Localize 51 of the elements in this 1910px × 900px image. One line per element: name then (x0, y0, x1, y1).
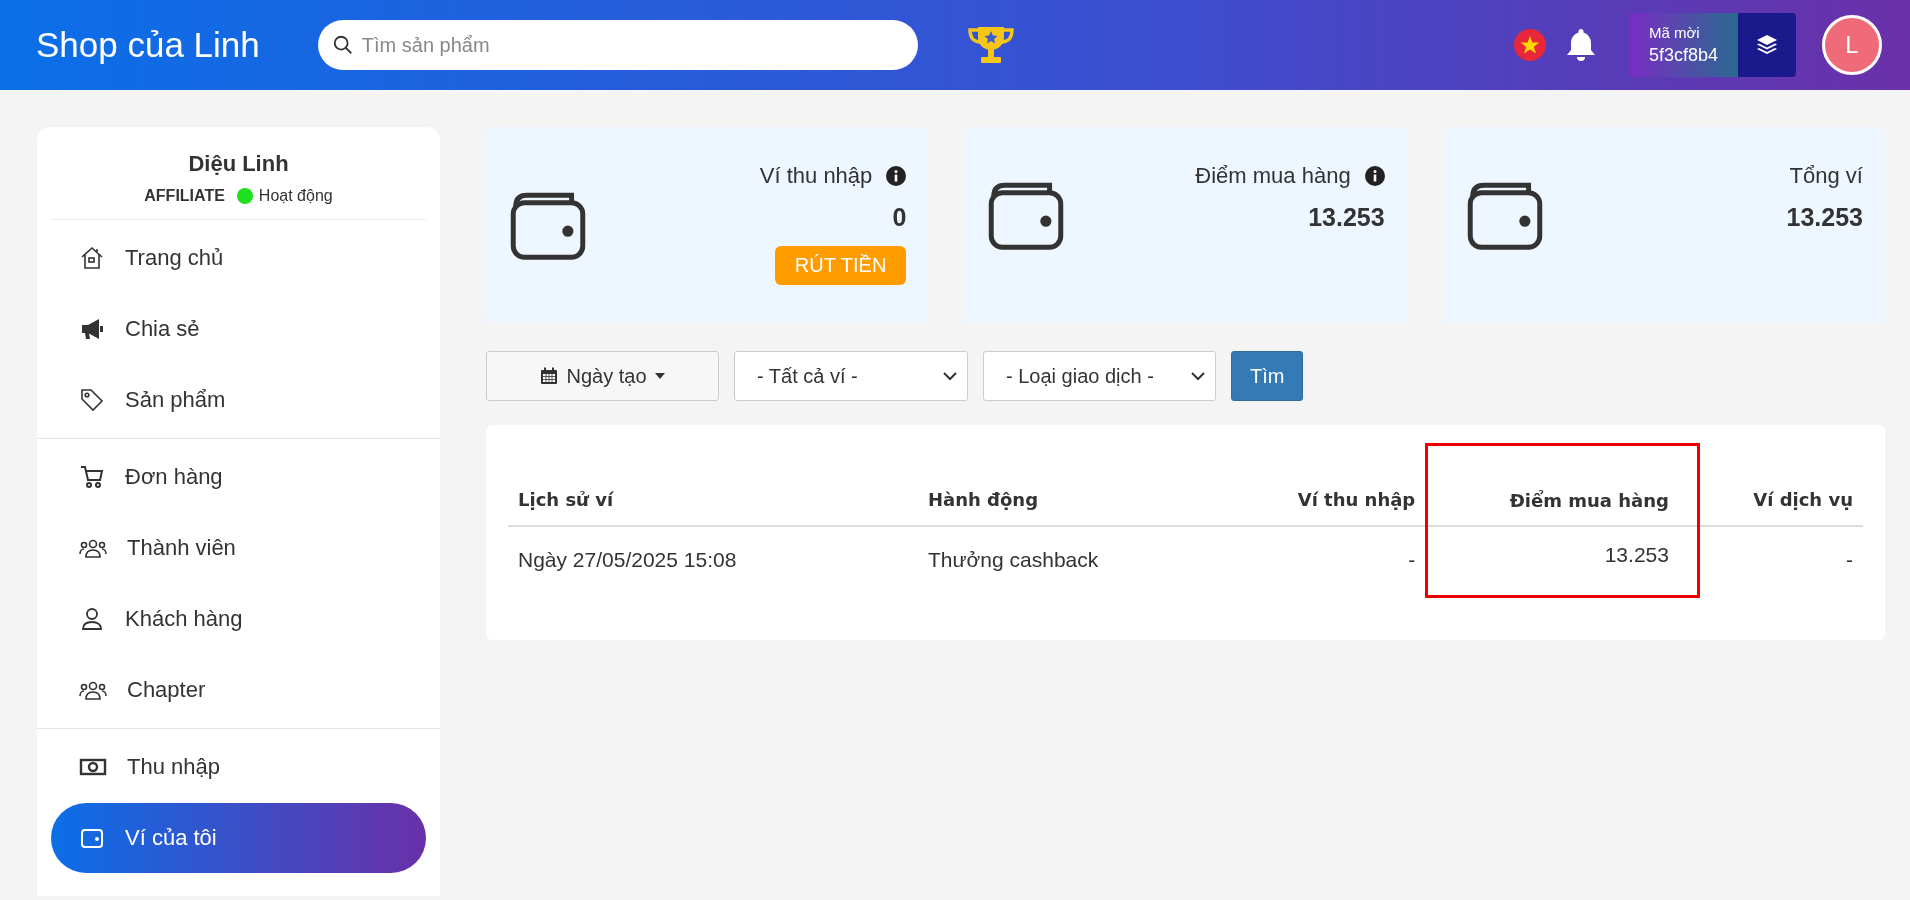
caret-icon (654, 373, 665, 379)
cart-icon (79, 464, 105, 490)
info-icon[interactable] (886, 166, 907, 186)
chevron-down-icon (943, 371, 957, 381)
column-header: Ví thu nhập (1238, 444, 1427, 526)
card-value: 13.253 (1786, 203, 1863, 232)
card-label: Điểm mua hàng (1195, 163, 1351, 189)
role-label: AFFILIATE (144, 187, 225, 205)
vietnam-flag-icon[interactable] (1512, 28, 1547, 62)
column-header: Lịch sử ví (508, 444, 918, 526)
transaction-type-select[interactable]: - Loại giao dịch - (983, 351, 1216, 401)
chevron-down-icon (1191, 371, 1205, 381)
invite-label: Mã mời (1648, 24, 1701, 41)
sidebar-item[interactable]: Sản phẩm (51, 365, 426, 435)
megaphone-icon (79, 316, 105, 342)
invite-code: 5f3cf8b4 (1648, 45, 1718, 66)
layers-icon (1755, 33, 1779, 57)
sidebar-item[interactable]: Thành viên (51, 513, 426, 583)
date-filter-button[interactable]: Ngày tạo (486, 351, 719, 401)
card-value: 13.253 (1308, 203, 1385, 232)
info-icon[interactable] (1364, 166, 1385, 186)
sidebar-item[interactable]: Đơn hàng (51, 442, 426, 512)
sidebar-item[interactable]: Trang chủ (51, 223, 426, 293)
user-icon (79, 606, 105, 632)
card-label: Ví thu nhập (759, 163, 873, 189)
table-cell: 13.253 (1426, 526, 1699, 597)
status-label: Hoạt động (258, 187, 333, 205)
search-field[interactable]: Tìm sản phẩm (317, 20, 918, 70)
calendar-icon (540, 367, 559, 385)
sidebar-item[interactable]: Chia sẻ (51, 294, 426, 364)
home-icon (79, 245, 105, 271)
sidebar-item[interactable]: Ví của tôi (51, 803, 426, 873)
card-label: Tổng ví (1789, 163, 1863, 189)
table-cell: - (1698, 526, 1863, 597)
sidebar-item[interactable]: Khách hàng (51, 584, 426, 654)
profile-name: Diệu Linh (187, 151, 290, 177)
column-header: Hành động (918, 444, 1238, 526)
search-button[interactable]: Tìm (1231, 351, 1304, 401)
tag-icon (79, 387, 105, 413)
column-header: Điểm mua hàng (1426, 444, 1699, 526)
table-cell: Ngày 27/05/2025 15:08 (508, 526, 918, 597)
column-header: Ví dịch vụ (1698, 444, 1863, 526)
sidebar-item[interactable]: Thu nhập (51, 732, 426, 802)
wallet-select[interactable]: - Tất cả ví - (734, 351, 968, 401)
table-cell: - (1238, 526, 1427, 597)
notification-bell-icon[interactable] (1564, 27, 1597, 63)
shop-title[interactable]: Shop của Linh (36, 25, 260, 65)
card-value: 0 (892, 203, 907, 232)
copy-button[interactable] (1738, 13, 1796, 77)
sidebar-item[interactable]: Chapter (51, 655, 426, 725)
table-cell: Thưởng cashback (918, 526, 1238, 597)
